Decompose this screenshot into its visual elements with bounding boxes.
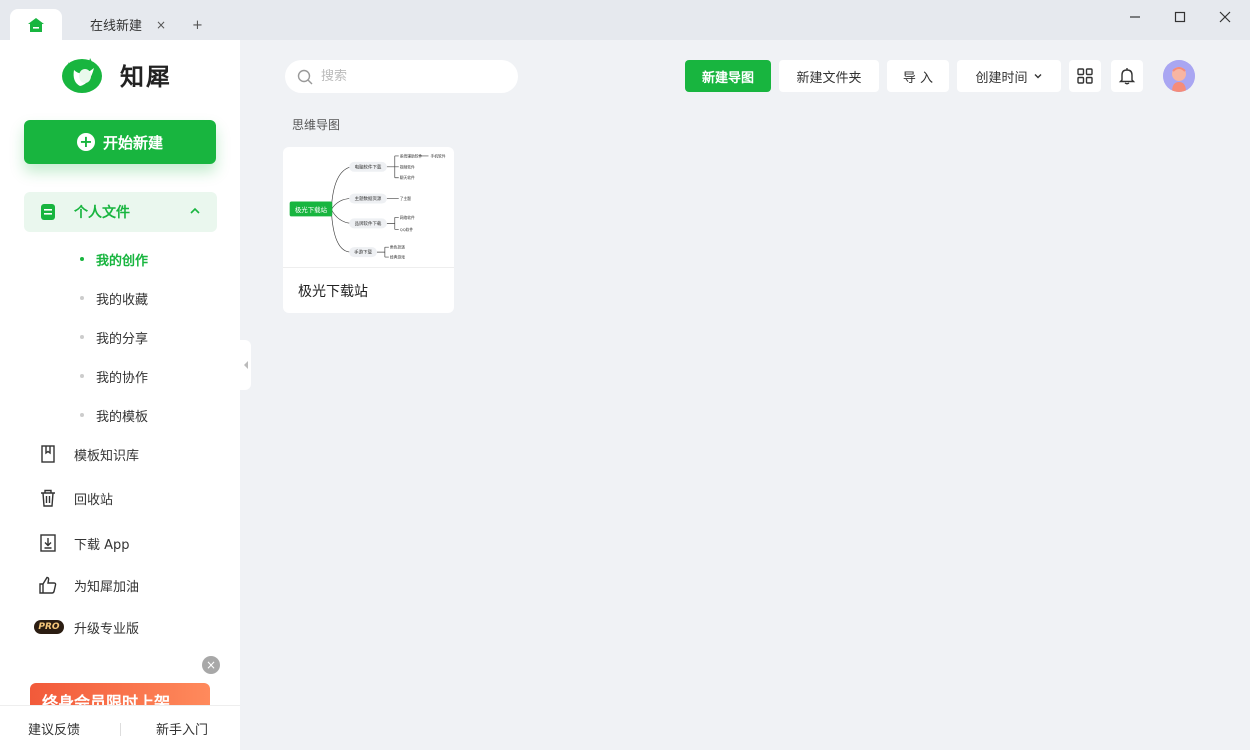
thumb-leaf-label: 视频软件	[400, 164, 415, 169]
import-button[interactable]: 导 入	[887, 60, 949, 92]
maximize-icon	[1174, 11, 1186, 23]
title-bar: 在线新建 × +	[0, 0, 1250, 40]
sidebar-item-my-creations[interactable]: 我的创作	[80, 249, 148, 269]
chevron-left-icon	[243, 361, 248, 369]
bullet-icon	[80, 335, 84, 339]
sidebar-item-my-collaborations[interactable]: 我的协作	[80, 366, 148, 386]
trash-icon	[38, 488, 58, 508]
maximize-button[interactable]	[1169, 6, 1191, 28]
sidebar-item-label: 回收站	[74, 492, 114, 508]
sort-label: 创建时间	[975, 70, 1028, 86]
grid-icon	[1077, 68, 1093, 84]
new-folder-button[interactable]: 新建文件夹	[779, 60, 879, 92]
thumb-leaf-label: 经典游戏	[390, 255, 405, 260]
thumbs-up-icon	[38, 575, 58, 595]
collapse-sidebar-handle[interactable]	[240, 340, 251, 390]
sidebar-item-personal-files[interactable]: 个人文件	[24, 192, 217, 232]
thumb-branch-label: 主题数据资源	[355, 195, 382, 202]
thumb-leaf-label: 聊天软件	[400, 175, 415, 180]
avatar-icon	[1163, 60, 1195, 92]
thumb-leaf-label: 系统辅助软件	[400, 153, 423, 158]
mindmap-thumbnail: 极光下载站 电脑软件下载 主题数据资源 品牌软件下载 手游下载 系统辅助软件 手…	[283, 147, 454, 268]
close-icon	[1219, 11, 1231, 23]
chevron-up-icon[interactable]	[189, 205, 201, 217]
sidebar-item-my-favorites[interactable]: 我的收藏	[80, 288, 148, 308]
add-tab-button[interactable]: +	[192, 18, 203, 33]
section-title: 思维导图	[292, 118, 341, 132]
thumb-leaf-label: 角色扮演	[390, 245, 405, 250]
sidebar-item-my-templates[interactable]: 我的模板	[80, 405, 148, 425]
sort-dropdown[interactable]: 创建时间	[957, 60, 1061, 92]
sidebar-item-support[interactable]: 为知犀加油	[38, 573, 139, 597]
start-new-button[interactable]: + 开始新建	[24, 120, 216, 164]
sidebar-item-my-shares[interactable]: 我的分享	[80, 327, 148, 347]
feedback-link[interactable]: 建议反馈	[28, 719, 80, 738]
sidebar-item-label: 我的分享	[96, 331, 149, 347]
minimize-button[interactable]	[1124, 6, 1146, 28]
tab-label: 在线新建	[90, 19, 143, 34]
promo-close-button[interactable]: ×	[202, 656, 220, 674]
sidebar-item-label: 我的收藏	[96, 292, 149, 308]
bookmark-icon	[38, 444, 58, 464]
bullet-icon	[80, 257, 84, 261]
bullet-icon	[80, 374, 84, 378]
promo-banner[interactable]: 终身会员限时上架	[30, 683, 210, 705]
minimize-icon	[1130, 16, 1140, 18]
sidebar-item-label: 为知犀加油	[74, 579, 140, 595]
sidebar-item-label: 个人文件	[74, 205, 130, 221]
rhino-logo-icon	[62, 58, 102, 93]
sidebar: 知犀 + 开始新建 个人文件 我的创作 我的收藏 我的分享 我的协作 我的模板	[0, 40, 240, 750]
mindmap-card[interactable]: 极光下载站 电脑软件下载 主题数据资源 品牌软件下载 手游下载 系统辅助软件 手…	[283, 147, 454, 313]
home-icon	[28, 17, 44, 32]
document-icon	[41, 204, 55, 220]
thumb-branch-label: 电脑软件下载	[355, 163, 382, 170]
sidebar-item-download-app[interactable]: 下载 App	[38, 531, 130, 555]
bullet-icon	[80, 413, 84, 417]
tab-close-button[interactable]: ×	[156, 18, 166, 32]
chevron-down-icon	[1034, 74, 1041, 79]
bullet-icon	[80, 296, 84, 300]
thumb-branch-label: 手游下载	[354, 249, 372, 256]
brand-logo: 知犀	[60, 54, 172, 94]
download-icon	[38, 533, 58, 553]
notification-button[interactable]	[1111, 60, 1143, 92]
search-input[interactable]	[321, 69, 501, 84]
beginner-guide-link[interactable]: 新手入门	[156, 719, 208, 738]
sidebar-item-label: 升级专业版	[74, 621, 140, 637]
sidebar-item-label: 我的模板	[96, 409, 149, 425]
thumb-leaf-label: 网络软件	[400, 215, 415, 220]
thumb-leaf-label: 了主题	[400, 196, 412, 201]
divider	[120, 723, 121, 736]
sidebar-item-label: 模板知识库	[74, 448, 140, 464]
home-tab[interactable]	[10, 9, 62, 40]
brand-name: 知犀	[120, 62, 172, 91]
user-avatar[interactable]	[1163, 60, 1195, 92]
sidebar-item-label: 我的协作	[96, 370, 149, 386]
thumb-leaf-label: 手机软件	[430, 153, 445, 158]
sidebar-item-upgrade[interactable]: PRO 升级专业版	[34, 615, 139, 639]
sidebar-item-label: 下载 App	[74, 537, 130, 553]
sidebar-item-recycle-bin[interactable]: 回收站	[38, 486, 113, 510]
plus-circle-icon: +	[76, 133, 95, 151]
start-new-label: 开始新建	[102, 133, 163, 152]
thumb-leaf-label: QQ软件	[400, 227, 414, 232]
new-mindmap-button[interactable]: 新建导图	[685, 60, 771, 92]
sidebar-item-template-library[interactable]: 模板知识库	[38, 442, 139, 466]
search-icon	[297, 69, 313, 84]
close-window-button[interactable]	[1214, 6, 1236, 28]
thumb-root-label: 极光下载站	[295, 205, 328, 214]
sidebar-item-label: 我的创作	[96, 253, 149, 269]
thumb-branch-label: 品牌软件下载	[355, 220, 382, 227]
pro-badge-icon: PRO	[34, 620, 64, 634]
bell-icon	[1118, 68, 1136, 85]
mindmap-card-title: 极光下载站	[298, 284, 368, 300]
sidebar-footer: 建议反馈 新手入门	[0, 705, 240, 750]
search-box[interactable]	[285, 60, 518, 93]
tab-online-new[interactable]: 在线新建 ×	[76, 9, 166, 40]
grid-view-button[interactable]	[1069, 60, 1101, 92]
